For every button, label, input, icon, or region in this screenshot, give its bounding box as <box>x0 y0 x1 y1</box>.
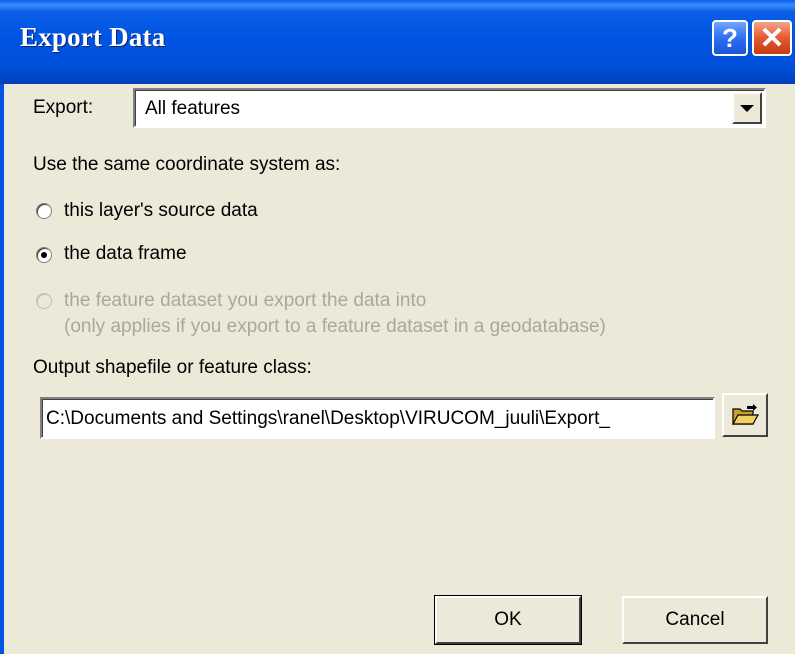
title-bar: Export Data ? ✕ <box>0 0 795 84</box>
ok-button[interactable]: OK <box>434 595 582 645</box>
export-label: Export: <box>33 97 94 118</box>
output-path-input[interactable]: C:\Documents and Settings\ranel\Desktop\… <box>40 397 715 439</box>
export-dropdown-arrow-button[interactable] <box>732 92 762 124</box>
output-label: Output shapefile or feature class: <box>33 357 312 378</box>
coordinate-system-heading: Use the same coordinate system as: <box>33 154 341 175</box>
radio-source-data-label[interactable]: this layer's source data <box>64 200 258 222</box>
open-folder-icon <box>731 404 759 425</box>
window-title: Export Data <box>20 22 166 52</box>
cancel-button-label: Cancel <box>665 609 725 630</box>
radio-data-frame-label[interactable]: the data frame <box>64 243 187 265</box>
browse-button[interactable] <box>722 393 768 437</box>
radio-feature-dataset-label: the feature dataset you export the data … <box>64 290 427 311</box>
radio-source-data[interactable] <box>36 203 52 219</box>
radio-feature-dataset <box>36 293 52 309</box>
output-path-value: C:\Documents and Settings\ranel\Desktop\… <box>46 408 610 429</box>
ok-button-label: OK <box>494 609 522 630</box>
close-button[interactable]: ✕ <box>752 20 792 56</box>
export-dropdown[interactable]: All features <box>133 88 766 128</box>
help-icon: ? <box>722 22 738 53</box>
radio-feature-dataset-note: (only applies if you export to a feature… <box>64 316 606 337</box>
chevron-down-icon <box>740 104 754 112</box>
cancel-button[interactable]: Cancel <box>622 596 768 644</box>
export-dropdown-value: All features <box>145 98 241 119</box>
help-button[interactable]: ? <box>712 20 748 56</box>
radio-selected-dot <box>41 252 47 258</box>
close-icon: ✕ <box>759 21 785 55</box>
window-frame-left <box>0 84 4 654</box>
radio-data-frame[interactable] <box>36 247 52 263</box>
